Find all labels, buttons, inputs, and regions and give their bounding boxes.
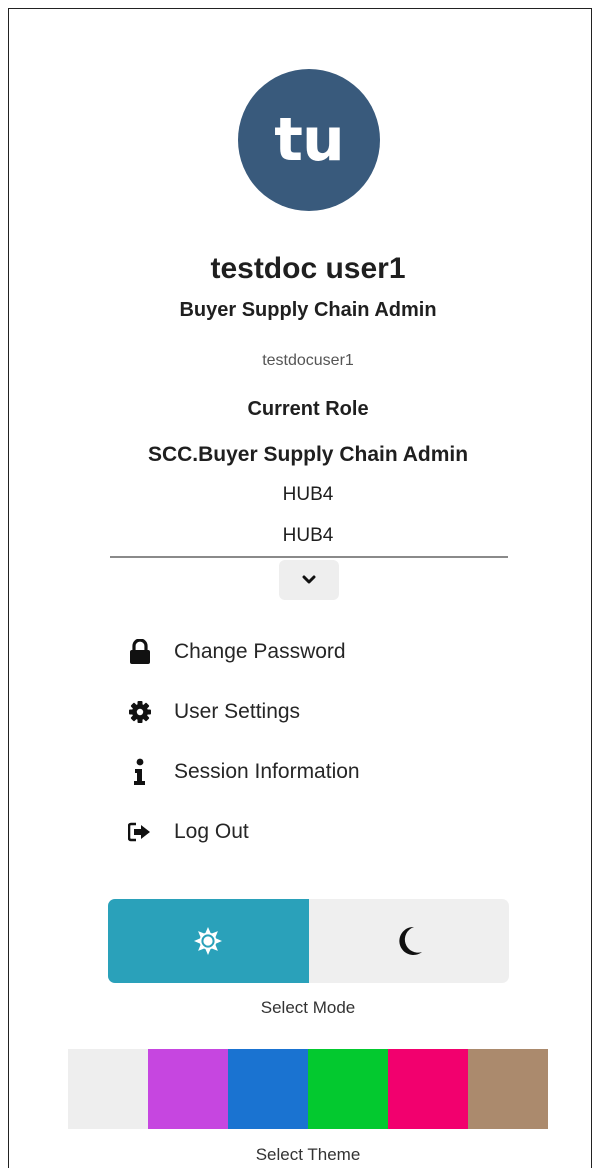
- lock-icon: [120, 632, 160, 672]
- theme-swatches: [68, 1049, 548, 1129]
- info-icon: [120, 752, 160, 792]
- avatar: tu: [238, 69, 380, 211]
- current-role-value: SCC.Buyer Supply Chain Admin: [147, 443, 469, 466]
- menu-item-label: Session Information: [174, 760, 360, 783]
- theme-swatch-purple[interactable]: [148, 1049, 228, 1129]
- user-title: Buyer Supply Chain Admin: [179, 299, 437, 321]
- menu-item-label: User Settings: [174, 700, 301, 723]
- select-mode-caption: Select Mode: [260, 998, 356, 1017]
- menu-item-user-settings[interactable]: User Settings: [120, 692, 300, 732]
- mode-toggle: [108, 899, 509, 983]
- role-org-1: HUB4: [282, 484, 334, 505]
- menu-item-label: Change Password: [174, 640, 346, 663]
- chevron-down-icon: [302, 575, 316, 584]
- sign-out-icon: [120, 812, 160, 852]
- theme-swatch-light-gray[interactable]: [68, 1049, 148, 1129]
- theme-swatch-brown[interactable]: [468, 1049, 548, 1129]
- theme-swatch-pink[interactable]: [388, 1049, 468, 1129]
- theme-swatch-blue[interactable]: [228, 1049, 308, 1129]
- menu-item-label: Log Out: [174, 820, 249, 843]
- menu-item-session-information[interactable]: Session Information: [120, 752, 360, 792]
- theme-swatch-green[interactable]: [308, 1049, 388, 1129]
- role-org-2: HUB4: [282, 525, 334, 546]
- moon-icon: [399, 926, 422, 955]
- menu-item-change-password[interactable]: Change Password: [120, 632, 346, 672]
- sun-icon: [194, 927, 223, 955]
- menu-item-log-out[interactable]: Log Out: [120, 812, 249, 852]
- role-expand-button[interactable]: [279, 560, 339, 600]
- dark-mode-button[interactable]: [309, 899, 510, 983]
- gear-icon: [120, 692, 160, 732]
- avatar-initials: tu: [274, 105, 344, 175]
- current-role-label: Current Role: [247, 398, 369, 420]
- username: testdocuser1: [262, 352, 354, 369]
- light-mode-button[interactable]: [108, 899, 309, 983]
- user-name: testdoc user1: [210, 252, 406, 285]
- select-theme-caption: Select Theme: [255, 1145, 361, 1164]
- role-divider: [110, 556, 508, 558]
